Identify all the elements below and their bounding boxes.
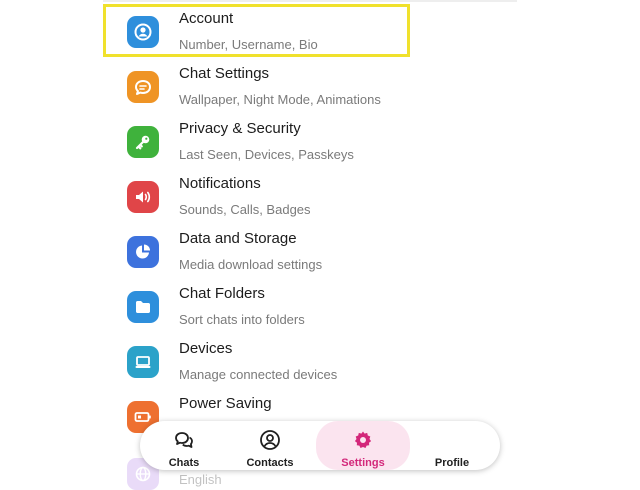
settings-item-subtitle: Sort chats into folders	[179, 312, 305, 327]
nav-label: Chats	[168, 457, 200, 469]
settings-item-title: Privacy & Security	[179, 120, 301, 137]
nav-label: Contacts	[246, 457, 294, 469]
settings-item-chat-settings[interactable]: Chat Settings Wallpaper, Night Mode, Ani…	[103, 59, 517, 113]
settings-item-title: Chat Settings	[179, 65, 270, 82]
profile-icon	[441, 429, 463, 451]
settings-item-subtitle: Wallpaper, Night Mode, Animations	[179, 92, 381, 107]
settings-gear-icon	[354, 431, 372, 448]
settings-item-subtitle: Sounds, Calls, Badges	[179, 202, 311, 217]
settings-item-chat-folders[interactable]: Chat Folders Sort chats into folders	[103, 279, 517, 333]
settings-item-title: Chat Folders	[179, 285, 265, 302]
settings-item-subtitle: Last Seen, Devices, Passkeys	[179, 147, 354, 162]
settings-item-title: Data and Storage	[179, 230, 297, 247]
settings-item-title: Power Saving	[179, 395, 272, 412]
contacts-icon	[260, 430, 280, 450]
chats-icon	[175, 432, 193, 448]
settings-item-devices[interactable]: Devices Manage connected devices	[103, 334, 517, 388]
laptop-icon	[127, 346, 159, 378]
nav-contacts[interactable]: Contacts	[226, 421, 314, 470]
pie-chart-icon	[127, 236, 159, 268]
settings-item-notifications[interactable]: Notifications Sounds, Calls, Badges	[103, 169, 517, 223]
settings-item-subtitle: Media download settings	[179, 257, 323, 272]
nav-label: Settings	[341, 457, 385, 469]
settings-item-subtitle: Number, Username, Bio	[179, 37, 318, 52]
settings-item-privacy-security[interactable]: Privacy & Security Last Seen, Devices, P…	[103, 114, 517, 168]
bottom-navigation-bar: Chats Contacts Settings Profile	[140, 421, 500, 470]
key-icon	[127, 126, 159, 158]
account-icon	[127, 16, 159, 48]
settings-item-title: Notifications	[179, 175, 261, 192]
settings-item-data-storage[interactable]: Data and Storage Media download settings	[103, 224, 517, 278]
nav-profile[interactable]: Profile	[408, 421, 496, 470]
settings-item-account[interactable]: Account Number, Username, Bio	[103, 4, 517, 58]
nav-chats[interactable]: Chats	[140, 421, 228, 470]
nav-label: Profile	[434, 457, 470, 469]
settings-item-subtitle: Manage connected devices	[179, 367, 338, 382]
nav-settings[interactable]: Settings	[316, 421, 410, 470]
chat-bubble-icon	[127, 71, 159, 103]
top-divider	[103, 0, 517, 2]
speaker-icon	[127, 181, 159, 213]
settings-item-title: Account	[179, 10, 234, 27]
folder-icon	[127, 291, 159, 323]
settings-item-title: Devices	[179, 340, 233, 357]
